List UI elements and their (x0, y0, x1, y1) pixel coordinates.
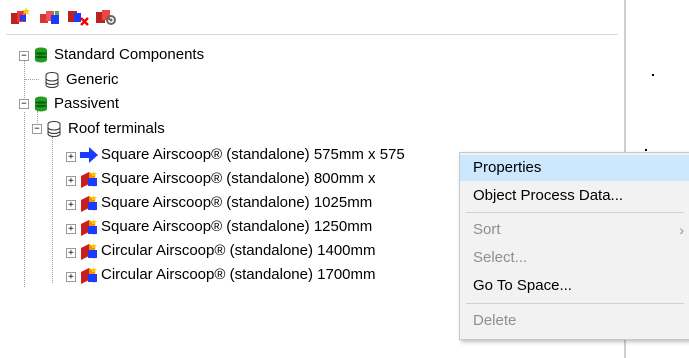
tree-expander[interactable]: + (66, 200, 76, 210)
tree-expander[interactable]: + (66, 224, 76, 234)
stray-dot (652, 74, 654, 76)
database-green-icon (35, 47, 47, 63)
tree-item-square-airscoop-575[interactable]: Square Airscoop® (standalone) 575mm x 57… (101, 146, 405, 164)
menu-item-label: Sort (473, 221, 501, 238)
tree-item-circular-airscoop-1700[interactable]: Circular Airscoop® (standalone) 1700mm (101, 266, 376, 284)
menu-item-label: Object Process Data... (473, 187, 624, 204)
tree-expander[interactable]: − (19, 51, 29, 61)
copy-component-button[interactable] (38, 6, 64, 28)
component-box-icon (81, 195, 97, 212)
tree-expander[interactable]: + (66, 152, 76, 162)
tree-item-square-airscoop-1025[interactable]: Square Airscoop® (standalone) 1025mm (101, 194, 372, 212)
tree-item-standard-components[interactable]: Standard Components (54, 46, 204, 64)
tree-expander[interactable]: + (66, 176, 76, 186)
tree-expander[interactable]: + (66, 248, 76, 258)
copy-component-icon (40, 11, 59, 24)
database-green-icon (35, 96, 47, 112)
menu-item-label: Select... (473, 249, 528, 266)
new-component-button[interactable] (8, 6, 34, 28)
menu-item-sort[interactable]: Sort › (460, 217, 689, 243)
blue-arrow-icon (80, 147, 98, 163)
context-menu: Properties Object Process Data... Sort ›… (459, 152, 689, 340)
component-settings-button[interactable] (94, 6, 120, 28)
tree-item-square-airscoop-1250[interactable]: Square Airscoop® (standalone) 1250mm (101, 218, 372, 236)
submenu-arrow-icon: › (679, 222, 684, 238)
tree-expander[interactable]: − (19, 99, 29, 109)
menu-item-label: Go To Space... (473, 277, 572, 294)
tree-item-generic[interactable]: Generic (66, 71, 119, 89)
tree-item-square-airscoop-800[interactable]: Square Airscoop® (standalone) 800mm x (101, 170, 376, 188)
tree-item-roof-terminals[interactable]: Roof terminals (68, 120, 165, 138)
delete-component-icon (68, 11, 89, 26)
tree-expander[interactable]: + (66, 272, 76, 282)
menu-item-delete[interactable]: Delete (460, 308, 689, 334)
new-component-icon (11, 7, 30, 24)
component-box-icon (81, 219, 97, 236)
menu-item-select[interactable]: Select... (460, 245, 689, 271)
component-settings-icon (96, 10, 116, 25)
menu-item-label: Properties (473, 159, 542, 176)
tree-item-circular-airscoop-1400[interactable]: Circular Airscoop® (standalone) 1400mm (101, 242, 376, 260)
stray-dot (645, 149, 647, 151)
menu-item-go-to-space[interactable]: Go To Space... (460, 273, 689, 299)
tree-connector (52, 137, 53, 283)
tree-item-passivent[interactable]: Passivent (54, 95, 119, 113)
component-box-icon (81, 267, 97, 284)
database-gray-icon (45, 72, 59, 88)
menu-item-object-process-data[interactable]: Object Process Data... (460, 183, 689, 209)
menu-separator (466, 303, 684, 304)
component-box-icon (81, 243, 97, 260)
database-gray-icon (47, 121, 61, 137)
tree-expander[interactable]: − (32, 124, 42, 134)
menu-separator (466, 212, 684, 213)
menu-item-label: Delete (473, 312, 517, 329)
toolbar-separator (6, 34, 618, 35)
tree-connector (25, 79, 39, 80)
delete-component-button[interactable] (66, 6, 92, 28)
menu-item-properties[interactable]: Properties (460, 155, 689, 181)
component-box-icon (81, 171, 97, 188)
tree-connector (24, 112, 25, 287)
